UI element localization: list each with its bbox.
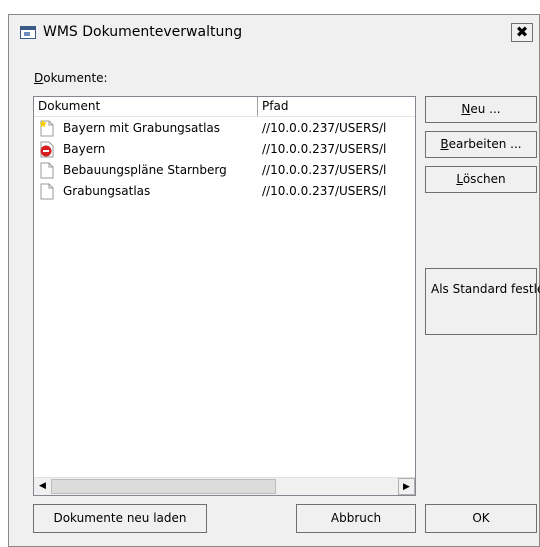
close-button[interactable]: ✖: [511, 23, 533, 42]
reload-documents-button[interactable]: Dokumente neu laden: [33, 504, 207, 533]
document-path: //10.0.0.237/USERS/l: [262, 163, 387, 177]
table-row[interactable]: Grabungsatlas //10.0.0.237/USERS/l: [34, 181, 415, 202]
dialog-window: WMS Dokumenteverwaltung ✖ Dokumente: Dok…: [8, 14, 540, 547]
documents-list[interactable]: Dokument Pfad Bayern mit Grabungsatlas /…: [33, 96, 416, 496]
column-header-path[interactable]: Pfad: [258, 97, 415, 116]
document-icon: [40, 183, 54, 200]
error-document-icon: [40, 141, 54, 158]
app-window-icon: [20, 26, 36, 39]
delete-button[interactable]: Löschen: [425, 166, 537, 193]
table-row[interactable]: Bayern mit Grabungsatlas //10.0.0.237/US…: [34, 118, 415, 139]
document-name: Bebauungspläne Starnberg: [63, 163, 227, 177]
default-document-icon: [39, 120, 54, 137]
scroll-right-icon[interactable]: ▶: [398, 478, 415, 495]
title-bar[interactable]: WMS Dokumenteverwaltung ✖: [9, 15, 539, 47]
document-name: Bayern mit Grabungsatlas: [63, 121, 221, 135]
edit-button[interactable]: Bearbeiten ...: [425, 131, 537, 158]
scroll-left-icon[interactable]: ◀: [34, 478, 51, 495]
ok-button[interactable]: OK: [425, 504, 537, 533]
documents-label: Dokumente:: [34, 71, 108, 85]
set-default-button[interactable]: Als Standard festlegen: [425, 268, 540, 335]
close-icon: ✖: [515, 23, 529, 41]
document-path: //10.0.0.237/USERS/l: [262, 142, 387, 156]
scrollbar-thumb[interactable]: [51, 479, 276, 494]
table-row[interactable]: Bayern //10.0.0.237/USERS/l: [34, 139, 415, 160]
new-button[interactable]: Neu ...: [425, 96, 537, 123]
horizontal-scrollbar[interactable]: ◀ ▶: [34, 477, 415, 495]
document-name: Grabungsatlas: [63, 184, 151, 198]
document-icon: [40, 162, 54, 179]
table-row[interactable]: Bebauungspläne Starnberg //10.0.0.237/US…: [34, 160, 415, 181]
window-title: WMS Dokumenteverwaltung: [43, 24, 243, 40]
column-header-document[interactable]: Dokument: [34, 97, 258, 116]
document-path: //10.0.0.237/USERS/l: [262, 121, 387, 135]
list-header: Dokument Pfad: [34, 97, 415, 117]
cancel-button[interactable]: Abbruch: [296, 504, 416, 533]
document-name: Bayern: [63, 142, 106, 156]
document-path: //10.0.0.237/USERS/l: [262, 184, 387, 198]
